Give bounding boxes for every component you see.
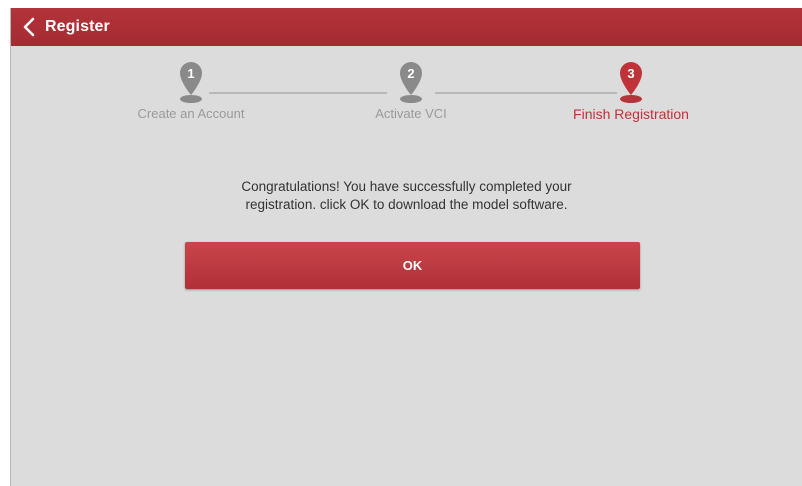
step-number: 2 [407, 66, 414, 81]
step-label: Create an Account [137, 106, 245, 121]
step-number: 3 [627, 66, 634, 81]
page-title: Register [45, 18, 110, 35]
step-create-account: 1 Create an Account [91, 58, 291, 121]
step-label: Finish Registration [573, 106, 689, 122]
step-activate-vci: 2 Activate VCI [311, 58, 511, 121]
ok-button[interactable]: OK [185, 242, 640, 289]
chevron-left-icon [23, 17, 35, 37]
map-pin-icon: 1 [180, 62, 202, 103]
map-pin-icon: 2 [400, 62, 422, 103]
success-message: Congratulations! You have successfully c… [11, 178, 802, 214]
step-label: Activate VCI [375, 106, 447, 121]
message-line: registration. click OK to download the m… [245, 197, 568, 212]
registration-stepper: 1 Create an Account 2 Activate VCI 3 Fin… [11, 46, 802, 136]
back-button[interactable] [11, 8, 35, 46]
step-number: 1 [187, 66, 194, 81]
message-line: Congratulations! You have successfully c… [241, 179, 572, 194]
app-window: Register 1 Create an Account 2 Activate … [10, 8, 802, 486]
step-finish-registration: 3 Finish Registration [531, 58, 731, 122]
map-pin-icon: 3 [620, 62, 642, 103]
title-bar: Register [11, 8, 802, 46]
